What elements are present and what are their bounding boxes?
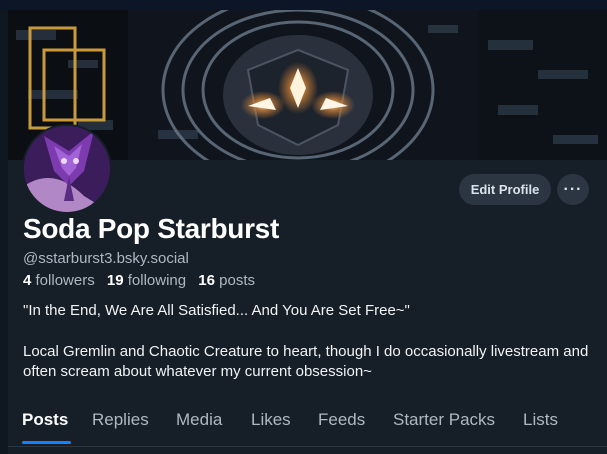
followers-label: followers (35, 272, 95, 289)
more-options-button[interactable]: ··· (557, 174, 589, 205)
tab-media[interactable]: Media (176, 410, 222, 430)
left-gutter (0, 10, 8, 454)
avatar-artwork (24, 126, 110, 212)
tab-lists[interactable]: Lists (523, 410, 558, 430)
followers-count: 4 (23, 272, 32, 289)
profile-bio: "In the End, We Are All Satisfied... And… (23, 301, 593, 382)
following-label: following (127, 272, 187, 289)
avatar[interactable] (22, 124, 112, 214)
profile-stats: 4 followers 19 following 16 posts (23, 272, 255, 289)
bio-quote: "In the End, We Are All Satisfied... And… (23, 302, 410, 319)
tab-feeds[interactable]: Feeds (318, 410, 365, 430)
followers-link[interactable]: 4 followers (23, 272, 95, 289)
active-tab-indicator (22, 441, 71, 444)
posts-label: posts (219, 272, 255, 289)
top-bar (0, 0, 607, 10)
handle: @sstarburst3.bsky.social (23, 250, 189, 267)
tab-posts[interactable]: Posts (22, 410, 68, 430)
profile-tabs: Posts Replies Media Likes Feeds Starter … (8, 400, 607, 447)
display-name: Soda Pop Starburst (23, 213, 279, 244)
tab-replies[interactable]: Replies (92, 410, 149, 430)
following-count: 19 (106, 272, 124, 289)
bio-description: Local Gremlin and Chaotic Creature to he… (23, 343, 589, 380)
tab-starter-packs[interactable]: Starter Packs (393, 410, 495, 430)
following-link[interactable]: 19 following (107, 272, 186, 289)
tab-likes[interactable]: Likes (251, 410, 291, 430)
posts-stat: 16 posts (198, 272, 255, 289)
edit-profile-button[interactable]: Edit Profile (459, 174, 551, 205)
more-horizontal-icon: ··· (563, 180, 583, 198)
posts-count: 16 (198, 272, 215, 289)
